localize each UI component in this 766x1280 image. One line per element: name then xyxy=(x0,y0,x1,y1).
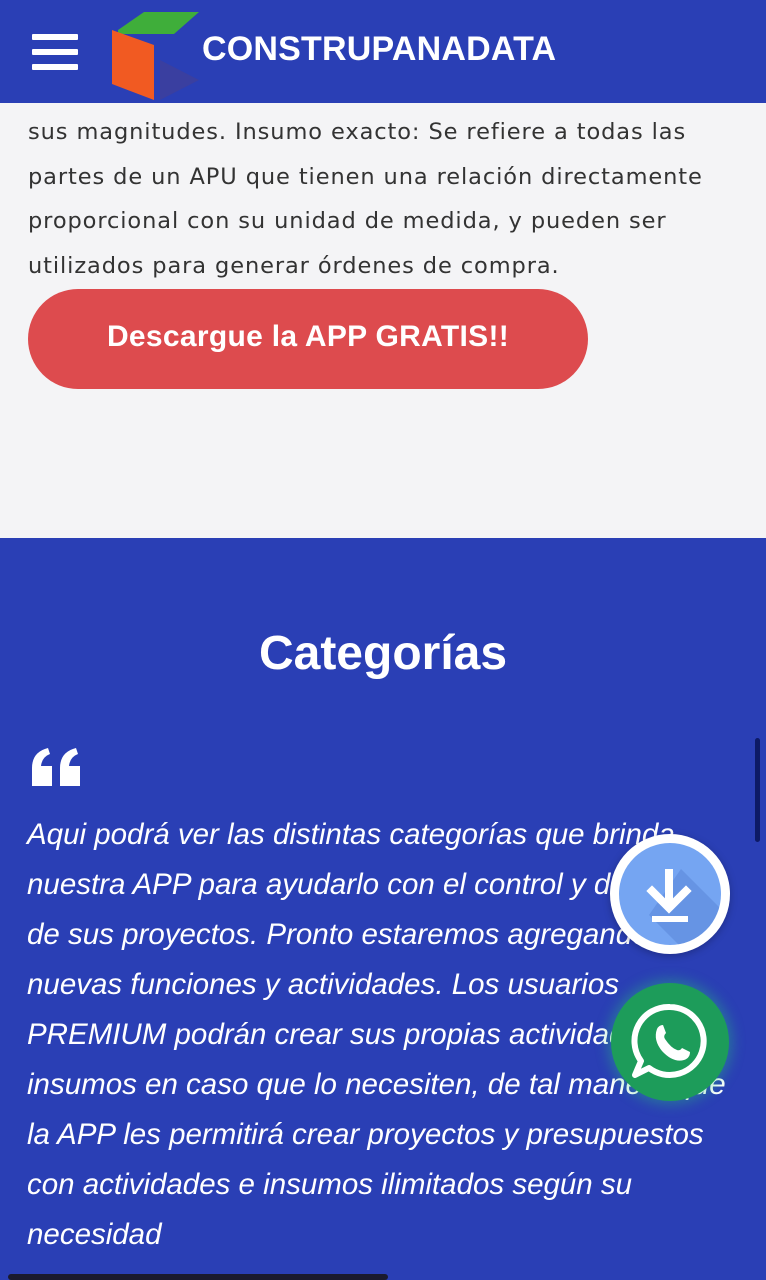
home-indicator xyxy=(8,1274,388,1280)
quote-icon xyxy=(32,748,80,786)
whatsapp-icon xyxy=(631,1003,707,1078)
whatsapp-fab-button[interactable] xyxy=(611,983,729,1101)
scrollbar-thumb[interactable] xyxy=(755,738,760,842)
intro-paragraph: sus magnitudes. Insumo exacto: Se refier… xyxy=(28,119,703,279)
top-navbar: CONSTRUPANADATA xyxy=(0,0,766,103)
hamburger-menu-icon[interactable] xyxy=(32,34,80,72)
section-title: Categorías xyxy=(258,627,508,680)
brand-name[interactable]: CONSTRUPANADATA xyxy=(202,30,556,69)
download-fab-button[interactable] xyxy=(610,834,730,954)
cube-logo-icon[interactable] xyxy=(104,0,204,103)
download-app-button[interactable]: Descargue la APP GRATIS!! xyxy=(28,289,588,389)
download-icon xyxy=(646,869,721,945)
